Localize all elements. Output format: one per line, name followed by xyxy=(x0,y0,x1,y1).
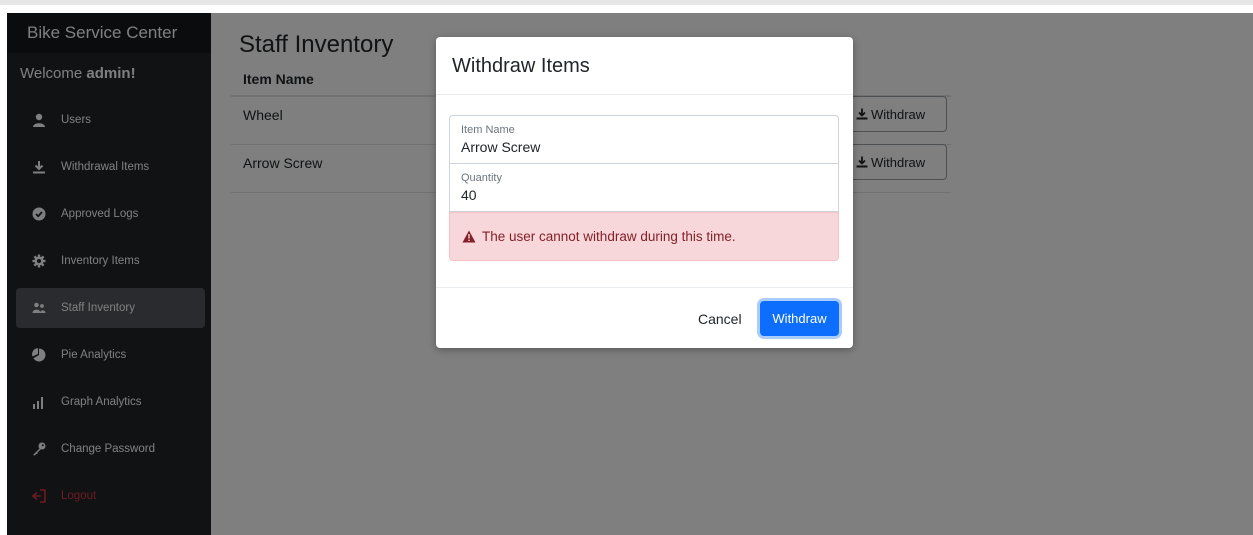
quantity-field[interactable]: Quantity 40 xyxy=(449,163,839,212)
quantity-label: Quantity xyxy=(461,172,502,184)
modal-header-divider xyxy=(436,94,853,95)
cancel-button[interactable]: Cancel xyxy=(698,305,742,333)
item-name-value: Arrow Screw xyxy=(461,139,541,155)
alert-text: The user cannot withdraw during this tim… xyxy=(482,229,736,244)
window-left-strip xyxy=(0,5,7,535)
modal-footer-divider xyxy=(436,287,853,288)
error-alert: The user cannot withdraw during this tim… xyxy=(449,212,839,261)
withdraw-submit-button[interactable]: Withdraw xyxy=(760,301,839,336)
item-name-field[interactable]: Item Name Arrow Screw xyxy=(449,115,839,164)
item-name-label: Item Name xyxy=(461,124,515,136)
modal-title: Withdraw Items xyxy=(452,55,590,77)
quantity-value: 40 xyxy=(461,187,477,203)
warning-icon xyxy=(462,230,476,243)
window-top-strip xyxy=(0,0,1253,5)
withdraw-items-modal: Withdraw Items Item Name Arrow Screw Qua… xyxy=(436,37,853,348)
